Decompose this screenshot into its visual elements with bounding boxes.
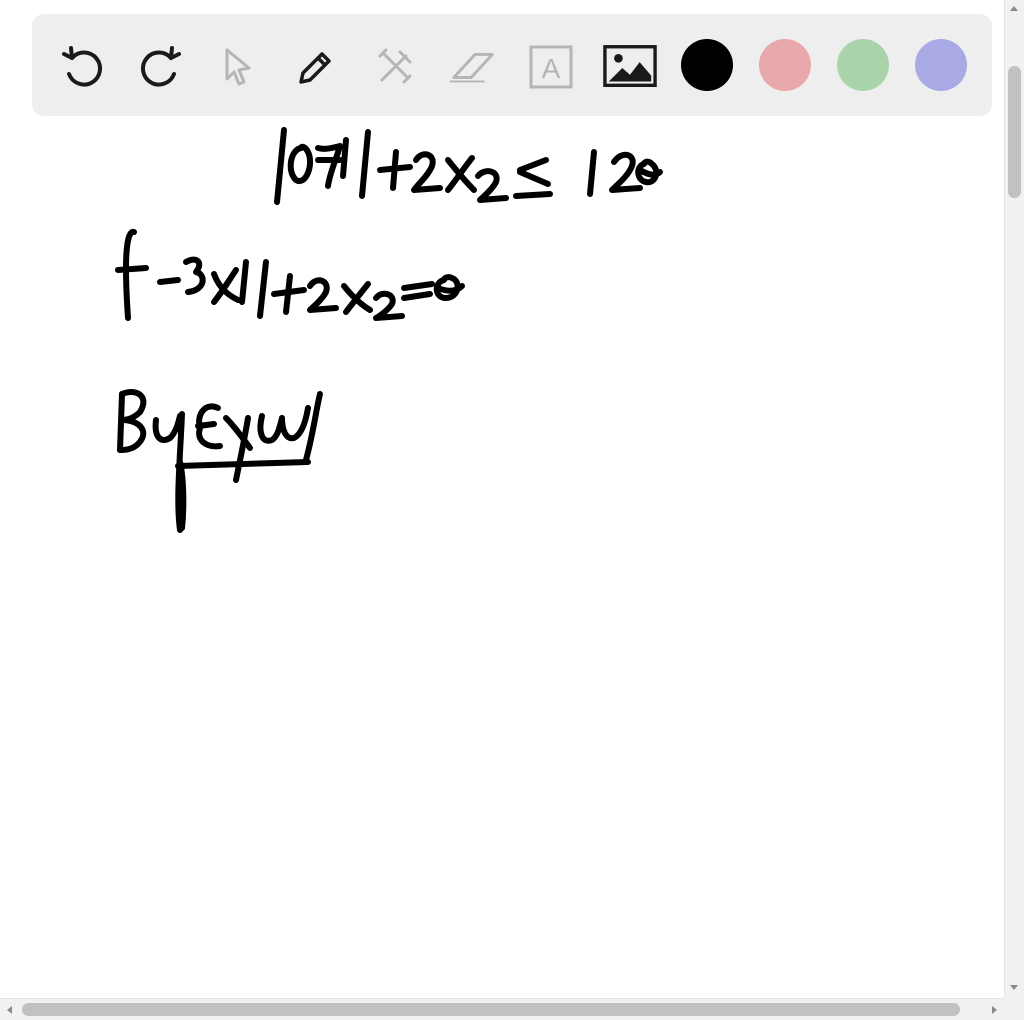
ink-stroke [175,459,311,469]
ink-stroke [340,137,349,179]
ink-stroke [239,259,249,305]
ink-stroke [257,413,285,444]
vertical-scroll-thumb[interactable] [1008,66,1021,198]
ink-stroke [123,229,137,321]
undo-icon [62,46,103,87]
ink-stroke [513,191,553,199]
ink-stroke [183,256,206,295]
ink-stroke [411,151,443,193]
vertical-scrollbar[interactable] [1004,0,1024,998]
color-swatch-green[interactable] [837,39,889,91]
pencil-tool-button[interactable] [289,40,343,94]
ink-stroke [157,277,181,285]
scroll-up-arrow-icon[interactable] [1010,6,1018,11]
ink-stroke [315,143,343,189]
ink-stroke [115,265,149,273]
eraser-tool-button[interactable] [446,40,500,94]
insert-image-icon [603,45,657,88]
handwriting-strokes [115,127,663,533]
color-swatch-pink[interactable] [759,39,811,91]
horizontal-scroll-thumb[interactable] [22,1003,960,1016]
ink-stroke [257,259,269,319]
drawing-canvas[interactable] [0,118,1004,998]
horizontal-scrollbar[interactable] [0,998,1004,1020]
select-tool-button[interactable] [211,40,265,94]
redo-button[interactable] [133,40,187,94]
scroll-down-arrow-icon[interactable] [1010,985,1018,990]
ink-stroke [587,149,597,197]
ink-stroke [435,283,465,294]
ink-stroke [401,281,435,291]
text-tool-icon: A [529,45,573,89]
ink-stroke [152,413,183,443]
scrollbar-corner [1004,998,1024,1020]
ink-stroke [517,169,551,187]
ink-stroke [390,149,399,191]
text-tool-glyph: A [542,53,561,84]
ink-stroke [283,273,293,315]
ink-stroke [279,405,311,442]
ink-stroke [177,459,187,531]
ink-stroke [307,277,339,313]
tools-cross-icon [378,48,412,84]
ink-stroke [303,391,323,463]
toolbar: A [32,14,992,116]
text-tool-button[interactable]: A [524,40,578,94]
scroll-left-arrow-icon[interactable] [7,1006,12,1014]
ink-stroke [401,291,433,301]
ink-stroke [373,290,405,321]
eraser-icon [449,53,494,83]
undo-button[interactable] [56,40,110,94]
color-swatch-purple[interactable] [915,39,967,91]
pencil-icon [299,52,331,84]
ink-stroke [195,421,217,429]
ink-stroke [359,129,371,199]
color-swatch-black[interactable] [681,39,733,91]
ink-stroke [274,127,287,205]
ink-stroke [287,143,314,184]
ink-stroke [517,157,549,173]
whiteboard-app: A [0,0,1024,1020]
insert-image-button[interactable] [603,40,657,94]
scroll-right-arrow-icon[interactable] [992,1006,997,1014]
redo-icon [140,46,181,87]
ink-stroke [637,167,663,178]
select-pointer-icon [225,48,251,86]
ink-stroke [475,168,509,203]
shapes-tool-button[interactable] [368,40,422,94]
